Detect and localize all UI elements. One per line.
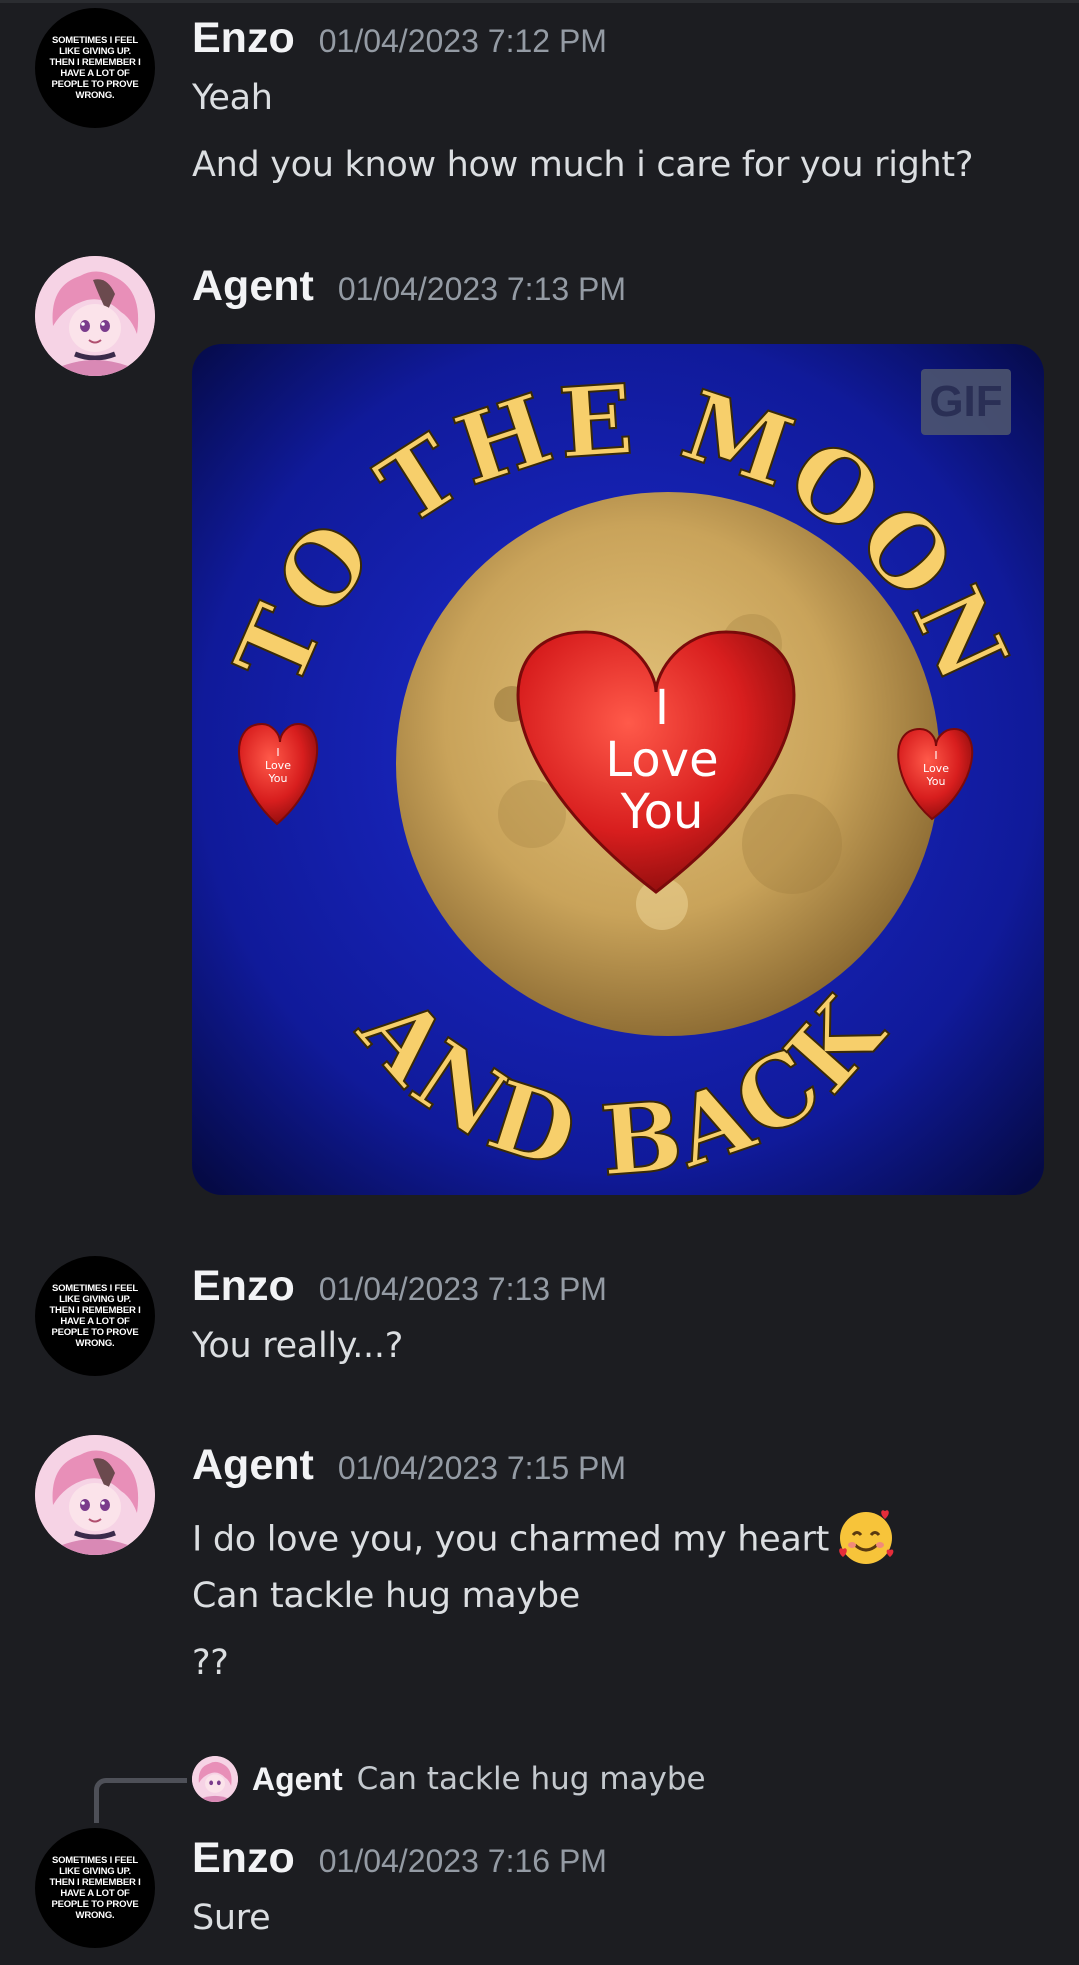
message-header: Enzo 01/04/2023 7:13 PM bbox=[192, 1262, 607, 1311]
message-header: Enzo 01/04/2023 7:12 PM bbox=[192, 14, 607, 63]
avatar-quote-text: SOMETIMES I FEEL LIKE GIVING UP. THEN I … bbox=[49, 35, 141, 101]
small-heart-text: You bbox=[268, 772, 288, 785]
message-text: Can tackle hug maybe bbox=[192, 1576, 580, 1616]
username[interactable]: Enzo bbox=[192, 1262, 295, 1311]
chat-log: SOMETIMES I FEEL LIKE GIVING UP. THEN I … bbox=[0, 0, 1079, 1965]
top-divider bbox=[0, 0, 1079, 3]
reply-reference[interactable]: Agent Can tackle hug maybe bbox=[192, 1756, 706, 1802]
timestamp: 01/04/2023 7:16 PM bbox=[318, 1843, 607, 1879]
timestamp: 01/04/2023 7:13 PM bbox=[337, 271, 627, 307]
timestamp: 01/04/2023 7:13 PM bbox=[318, 1271, 607, 1307]
small-heart-text: I bbox=[934, 749, 937, 762]
message-text: You really...? bbox=[192, 1326, 403, 1366]
message-line: I do love you, you charmed my heart bbox=[192, 1505, 897, 1576]
agent-avatar[interactable] bbox=[35, 256, 155, 376]
message-header: Enzo 01/04/2023 7:16 PM bbox=[192, 1834, 607, 1883]
anime-character-icon bbox=[192, 1756, 238, 1802]
message-text: ?? bbox=[192, 1643, 229, 1683]
agent-avatar[interactable] bbox=[35, 1435, 155, 1555]
message-text: Yeah bbox=[192, 78, 273, 118]
message-header: Agent 01/04/2023 7:13 PM bbox=[192, 262, 626, 311]
reply-text: Can tackle hug maybe bbox=[356, 1761, 706, 1797]
username[interactable]: Enzo bbox=[192, 14, 295, 63]
enzo-avatar[interactable]: SOMETIMES I FEEL LIKE GIVING UP. THEN I … bbox=[35, 1828, 155, 1948]
username[interactable]: Agent bbox=[192, 1441, 314, 1490]
gif-attachment[interactable]: TO THE MOON AND BACK I Love You I Love Y… bbox=[192, 344, 1044, 1195]
enzo-avatar[interactable]: SOMETIMES I FEEL LIKE GIVING UP. THEN I … bbox=[35, 8, 155, 128]
message-text: Sure bbox=[192, 1898, 271, 1938]
small-heart-text: Love bbox=[923, 762, 949, 775]
username[interactable]: Enzo bbox=[192, 1834, 295, 1883]
avatar-quote-text: SOMETIMES I FEEL LIKE GIVING UP. THEN I … bbox=[49, 1283, 141, 1349]
gif-badge: GIF bbox=[921, 369, 1011, 435]
timestamp: 01/04/2023 7:12 PM bbox=[318, 23, 607, 59]
heart-text: I bbox=[655, 680, 669, 736]
reply-connector bbox=[94, 1778, 187, 1823]
reply-username[interactable]: Agent bbox=[252, 1761, 343, 1798]
avatar-quote-text: SOMETIMES I FEEL LIKE GIVING UP. THEN I … bbox=[49, 1855, 141, 1921]
smiling-face-with-hearts-icon bbox=[835, 1505, 897, 1576]
heart-text: You bbox=[620, 784, 704, 840]
message-text: And you know how much i care for you rig… bbox=[192, 145, 974, 185]
small-heart-text: You bbox=[926, 775, 946, 788]
anime-character-icon bbox=[35, 1435, 155, 1555]
moon-gif-image: TO THE MOON AND BACK I Love You I Love Y… bbox=[192, 344, 1044, 1195]
message-header: Agent 01/04/2023 7:15 PM bbox=[192, 1441, 626, 1490]
timestamp: 01/04/2023 7:15 PM bbox=[337, 1450, 627, 1486]
message-text: I do love you, you charmed my heart bbox=[192, 1519, 830, 1560]
username[interactable]: Agent bbox=[192, 262, 314, 311]
small-heart-text: Love bbox=[265, 759, 291, 772]
anime-character-icon bbox=[35, 256, 155, 376]
enzo-avatar[interactable]: SOMETIMES I FEEL LIKE GIVING UP. THEN I … bbox=[35, 1256, 155, 1376]
small-heart-text: I bbox=[276, 746, 279, 759]
heart-text: Love bbox=[605, 732, 718, 788]
reply-agent-avatar bbox=[192, 1756, 238, 1802]
